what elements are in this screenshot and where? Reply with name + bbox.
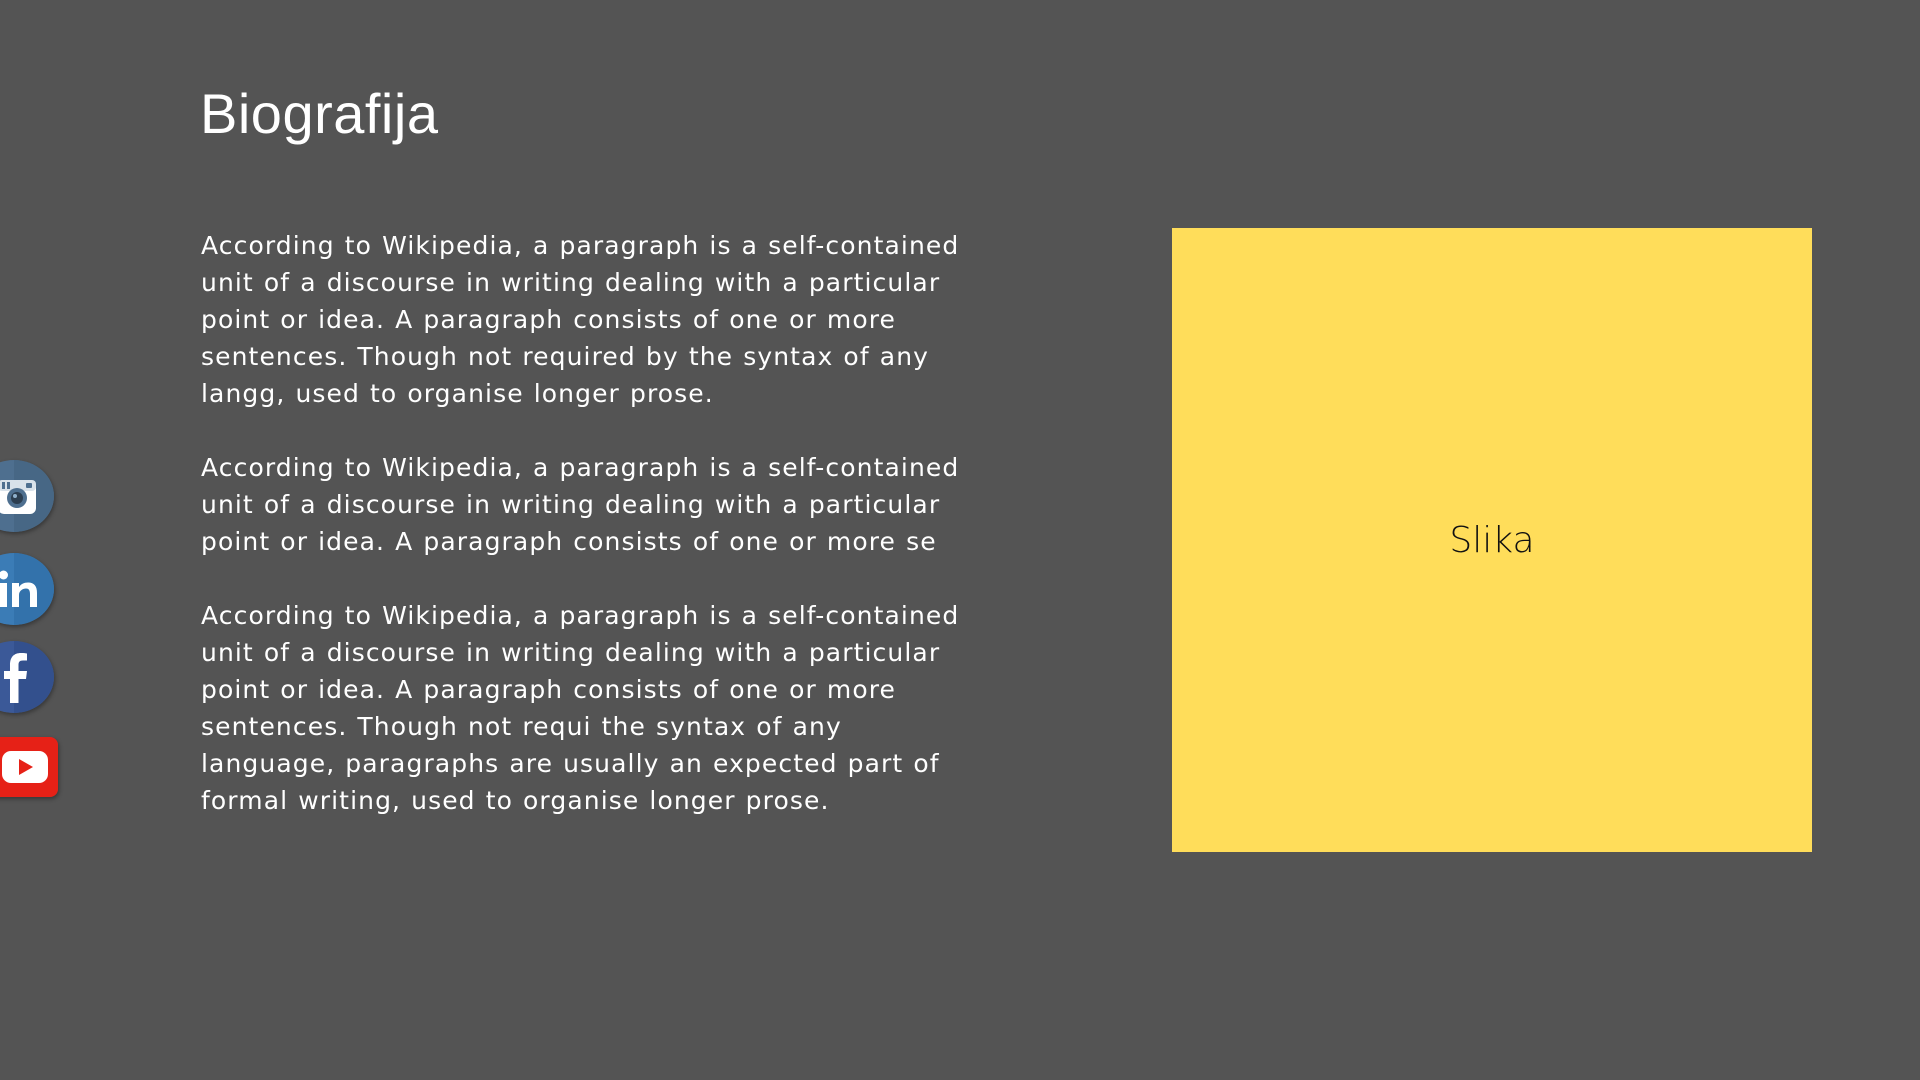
image-placeholder: Slika: [1172, 228, 1812, 852]
facebook-link[interactable]: [0, 641, 54, 713]
linkedin-link[interactable]: [0, 553, 54, 625]
page-title: Biografija: [200, 82, 439, 145]
bio-paragraph-3: According to Wikipedia, a paragraph is a…: [201, 601, 960, 815]
youtube-icon: [0, 737, 58, 797]
facebook-icon: [0, 641, 54, 713]
youtube-link[interactable]: [0, 737, 58, 797]
linkedin-icon: [0, 553, 54, 625]
biography-text: According to Wikipedia, a paragraph is a…: [201, 227, 961, 856]
bio-paragraph-2: According to Wikipedia, a paragraph is a…: [201, 453, 960, 556]
instagram-icon: [0, 460, 54, 532]
instagram-link[interactable]: [0, 460, 54, 532]
image-placeholder-label: Slika: [1449, 519, 1535, 561]
bio-paragraph-1: According to Wikipedia, a paragraph is a…: [201, 231, 960, 408]
